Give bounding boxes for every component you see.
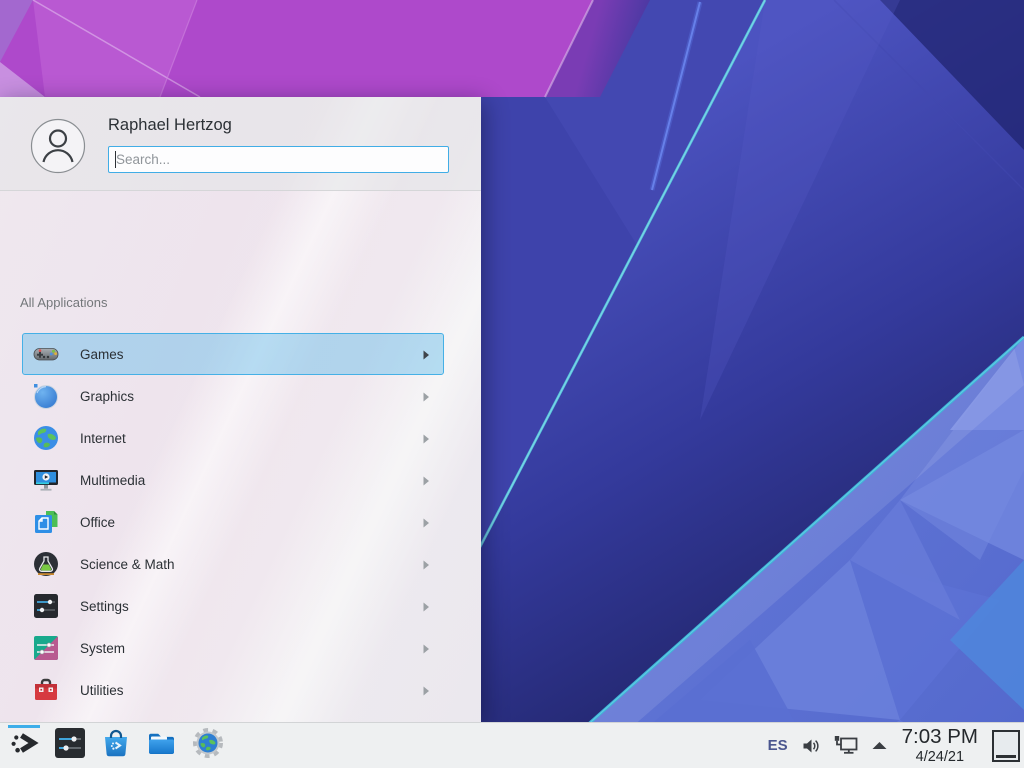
office-icon (32, 508, 60, 536)
kickoff-icon (8, 727, 40, 764)
category-internet[interactable]: Internet (22, 417, 444, 459)
browser-button[interactable] (192, 723, 224, 768)
globe-icon (32, 424, 60, 452)
text-caret (115, 151, 116, 168)
utilities-icon (32, 676, 60, 704)
file-manager-button[interactable] (146, 723, 178, 768)
active-task-indicator (8, 725, 40, 728)
caret-up-icon[interactable] (871, 741, 888, 750)
submenu-arrow-icon (421, 558, 431, 570)
category-label: Office (80, 515, 115, 530)
clock-date: 4/24/21 (902, 750, 978, 765)
submenu-arrow-icon (421, 390, 431, 402)
category-label: System (80, 641, 125, 656)
search-input[interactable] (108, 146, 449, 173)
user-avatar-icon[interactable] (30, 118, 86, 174)
submenu-arrow-icon (421, 516, 431, 528)
category-graphics[interactable]: Graphics (22, 375, 444, 417)
category-games[interactable]: Games (22, 333, 444, 375)
submenu-arrow-icon (421, 684, 431, 696)
digital-clock[interactable]: 7:03 PM 4/24/21 (902, 727, 978, 765)
folder-icon (146, 727, 178, 764)
category-label: Games (80, 347, 124, 362)
category-office[interactable]: Office (22, 501, 444, 543)
submenu-arrow-icon (421, 348, 431, 360)
taskbar: ES 7:03 PM 4/24/21 (0, 722, 1024, 768)
category-label: Graphics (80, 389, 134, 404)
submenu-arrow-icon (421, 474, 431, 486)
system-tray: ES 7:03 PM 4/24/21 (768, 727, 1024, 765)
user-name: Raphael Hertzog (108, 116, 232, 135)
network-icon[interactable] (833, 735, 859, 757)
section-label: All Applications (20, 295, 501, 310)
category-label: Multimedia (80, 473, 145, 488)
graphics-icon (32, 382, 60, 410)
category-settings[interactable]: Settings (22, 585, 444, 627)
discover-button[interactable] (100, 723, 132, 768)
category-science-math[interactable]: Science & Math (22, 543, 444, 585)
gamepad-icon (32, 340, 60, 368)
discover-icon (100, 727, 132, 764)
show-desktop-button[interactable] (992, 730, 1020, 762)
category-label: Settings (80, 599, 129, 614)
settings-icon (32, 592, 60, 620)
submenu-arrow-icon (421, 432, 431, 444)
science-icon (32, 550, 60, 578)
system-icon (32, 634, 60, 662)
submenu-arrow-icon (421, 642, 431, 654)
multimedia-icon (32, 466, 60, 494)
app-launcher-menu: Raphael Hertzog All Applications GamesGr… (0, 97, 481, 722)
submenu-arrow-icon (421, 600, 431, 612)
desktop: Raphael Hertzog All Applications Games Gr… (0, 0, 1024, 768)
browser-globe-icon (192, 727, 224, 764)
category-label: Utilities (80, 683, 124, 698)
category-label: Science & Math (80, 557, 175, 572)
app-launcher-button[interactable] (8, 723, 40, 768)
category-multimedia[interactable]: Multimedia (22, 459, 444, 501)
category-utilities[interactable]: Utilities (22, 669, 444, 711)
system-settings-icon (54, 727, 86, 764)
clock-time: 7:03 PM (902, 727, 978, 748)
system-settings-button[interactable] (54, 723, 86, 768)
volume-icon[interactable] (801, 736, 821, 756)
category-system[interactable]: System (22, 627, 444, 669)
category-list: Games Graphics Internet Multimedia Office Sci… (0, 333, 481, 739)
category-label: Internet (80, 431, 126, 446)
keyboard-layout-indicator[interactable]: ES (768, 737, 788, 754)
menu-header: Raphael Hertzog (0, 97, 481, 191)
